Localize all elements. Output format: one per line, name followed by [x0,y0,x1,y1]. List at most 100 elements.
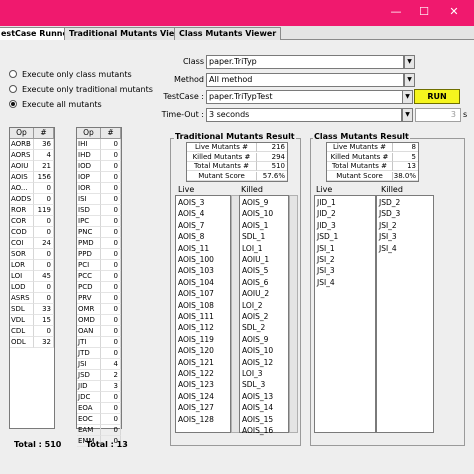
list-item[interactable]: JID_1 [317,198,336,209]
traditional-live-list[interactable]: AOIS_3 AOIS_4 AOIS_7 AOIS_8 AOIS_11 AOIS_100 A… [175,195,231,433]
timeout-spinner[interactable]: 3 [415,108,461,122]
column-header-count[interactable]: # [34,128,54,139]
radio-icon[interactable] [9,70,17,78]
radio-icon[interactable] [9,85,17,93]
stats-row: Killed Mutants #5 [327,152,418,162]
list-item[interactable]: AOIS_4 [178,209,204,220]
list-item[interactable]: JSI_4 [317,278,335,289]
class-operators-table[interactable]: Op # IHI 0 IHD 0 IOD 0 IOP 0 IOR 0 ISI 0 ISD 0 IPC 0 PNC… [76,127,122,447]
table-cell-count: 0 [101,293,121,304]
list-item[interactable]: AOIS_124 [178,392,214,403]
chevron-down-icon[interactable]: ▼ [404,73,415,87]
list-item[interactable]: SDL_2 [242,323,265,334]
column-header-count[interactable]: # [101,128,121,139]
list-item[interactable]: AOIS_6 [242,278,268,289]
traditional-operators-table[interactable]: Op # AORB 36 AORS 4 AOIU 21 AOIS 156 AO... 0 AODS 0… [9,127,55,429]
list-item[interactable]: AOIS_3 [178,198,204,209]
list-item[interactable]: AOIS_7 [178,221,204,232]
list-item[interactable]: AOIS_104 [178,278,214,289]
list-item[interactable]: SDL_1 [242,232,265,243]
list-item[interactable]: AOIS_119 [178,335,214,346]
testcase-select[interactable]: paper.TriTypTest [206,90,404,104]
list-item[interactable]: AOIS_8 [178,232,204,243]
table-cell-op: IHI [77,139,101,150]
list-item[interactable]: AOIS_5 [242,266,268,277]
list-item[interactable]: AOIS_10 [242,209,273,220]
class-select[interactable]: paper.TriTyp [206,55,404,69]
option-all-mutants[interactable]: Execute all mutants [9,98,102,110]
option-traditional-mutants[interactable]: Execute only traditional mutants [9,83,153,95]
method-select[interactable]: All method [206,73,404,87]
radio-icon[interactable] [9,100,17,108]
list-item[interactable]: AOIS_9 [242,335,268,346]
class-killed-list[interactable]: JSD_2 JSD_3 JSI_2 JSI_3 JSI_4 [376,195,434,433]
column-header-op[interactable]: Op [10,128,34,139]
traditional-killed-list[interactable]: AOIS_9 AOIS_10 AOIS_1 SDL_1 LOI_1 AOIU_1 AOIS_… [239,195,289,435]
list-item[interactable]: AOIS_11 [178,244,209,255]
list-item[interactable]: AOIS_15 [242,415,273,426]
maximize-icon[interactable]: ☐ [410,0,438,26]
chevron-down-icon[interactable]: ▼ [402,90,413,104]
stats-label: Live Mutants # [187,143,257,152]
stats-value: 510 [257,162,287,171]
traditional-result-title: Traditional Mutants Result [174,132,296,141]
list-item[interactable]: LOI_2 [242,301,263,312]
list-item[interactable]: AOIS_120 [178,346,214,357]
table-cell-op: COD [10,227,34,238]
list-item[interactable]: AOIS_10 [242,346,273,357]
list-item[interactable]: JSI_3 [317,266,335,277]
list-item[interactable]: AOIS_100 [178,255,214,266]
list-item[interactable]: AOIS_13 [242,392,273,403]
list-item[interactable]: JID_3 [317,221,336,232]
list-item[interactable]: AOIU_2 [242,289,269,300]
list-item[interactable]: AOIS_9 [242,198,268,209]
option-class-mutants[interactable]: Execute only class mutants [9,68,132,80]
list-item[interactable]: JSD_2 [379,198,400,209]
stats-value: 38.0% [393,171,418,181]
minimize-icon[interactable]: — [382,0,410,26]
list-item[interactable]: AOIS_16 [242,426,273,437]
list-item[interactable]: JID_2 [317,209,336,220]
option-label: Execute only traditional mutants [22,84,153,94]
table-cell-op: AORS [10,150,34,161]
list-item[interactable]: LOI_3 [242,369,263,380]
list-item[interactable]: JSD_1 [317,232,338,243]
list-item[interactable]: AOIS_14 [242,403,273,414]
list-item[interactable]: AOIS_121 [178,358,214,369]
list-item[interactable]: AOIS_107 [178,289,214,300]
table-cell-op: JTI [77,337,101,348]
class-live-list[interactable]: JID_1 JID_2 JID_3 JSD_1 JSI_1 JSI_2 JSI_3 JSI_4 [314,195,376,433]
list-item[interactable]: AOIS_2 [242,312,268,323]
list-item[interactable]: AOIS_123 [178,380,214,391]
list-item[interactable]: JSI_2 [379,221,397,232]
table-cell-op: AODS [10,194,34,205]
list-item[interactable]: AOIS_103 [178,266,214,277]
list-item[interactable]: SDL_3 [242,380,265,391]
list-item[interactable]: AOIS_108 [178,301,214,312]
list-item[interactable]: JSI_3 [379,232,397,243]
traditional-killed-scrollbar[interactable] [289,195,298,433]
list-item[interactable]: JSI_4 [379,244,397,255]
timeout-select[interactable]: 3 seconds [206,108,402,122]
tab-class-mutants-viewer[interactable]: Class Mutants Viewer [174,27,282,40]
table-cell-count: 0 [101,414,121,425]
list-item[interactable]: AOIS_111 [178,312,214,323]
list-item[interactable]: AOIS_128 [178,415,214,426]
list-item[interactable]: AOIS_112 [178,323,214,334]
table-cell-count: 0 [101,326,121,337]
list-item[interactable]: AOIU_1 [242,255,269,266]
list-item[interactable]: AOIS_122 [178,369,214,380]
close-icon[interactable]: ✕ [440,0,468,26]
list-item[interactable]: AOIS_12 [242,358,273,369]
list-item[interactable]: JSD_3 [379,209,400,220]
list-item[interactable]: JSI_2 [317,255,335,266]
list-item[interactable]: AOIS_1 [242,221,268,232]
table-cell-count: 0 [101,403,121,414]
run-button[interactable]: RUN [414,89,460,104]
chevron-down-icon[interactable]: ▼ [402,108,413,122]
list-item[interactable]: AOIS_127 [178,403,214,414]
list-item[interactable]: JSI_1 [317,244,335,255]
list-item[interactable]: LOI_1 [242,244,263,255]
chevron-down-icon[interactable]: ▼ [404,55,415,69]
column-header-op[interactable]: Op [77,128,101,139]
